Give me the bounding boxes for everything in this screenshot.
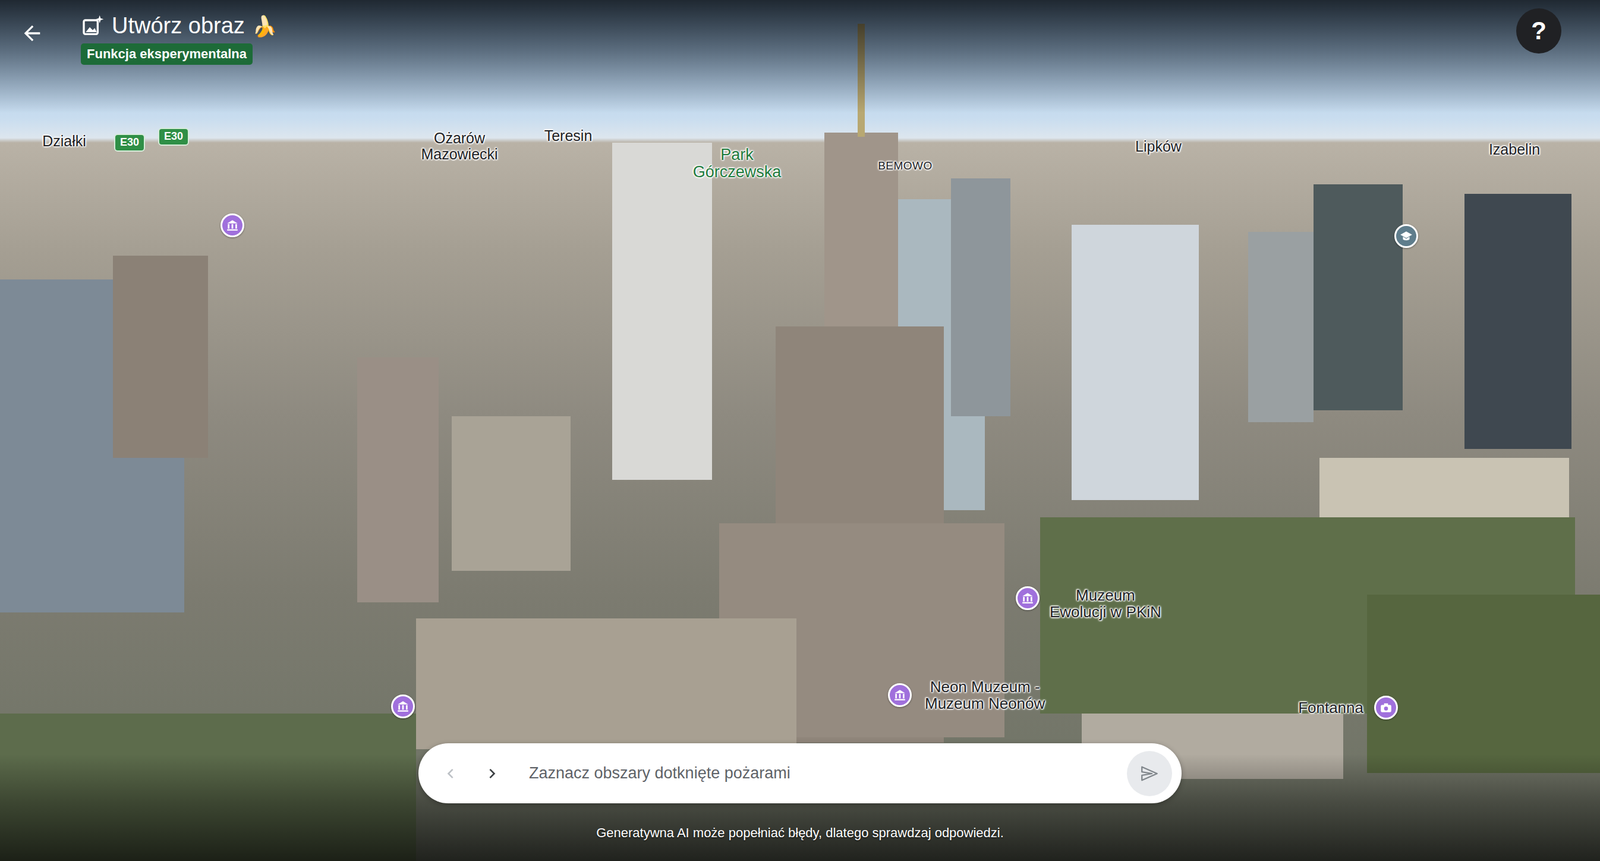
building xyxy=(451,416,571,571)
title-row: Utwórz obraz 🍌 xyxy=(80,13,277,39)
banana-emoji: 🍌 xyxy=(252,14,277,39)
next-button[interactable] xyxy=(475,756,509,790)
map-label[interactable]: Lipków xyxy=(1135,138,1182,155)
ai-disclaimer: Generatywna AI może popełniać błędy, dla… xyxy=(0,824,1600,841)
map-label[interactable]: OżarówMazowiecki xyxy=(420,130,498,163)
building xyxy=(612,142,713,480)
road-shield: E30 xyxy=(114,133,146,152)
school-pin[interactable] xyxy=(1394,224,1419,248)
map-label[interactable]: MuzeumEwolucji w PKiN xyxy=(1049,586,1162,620)
building xyxy=(112,255,209,458)
label-line: Górczewska xyxy=(693,163,782,181)
pin-dot xyxy=(1394,224,1419,248)
chevron-left-icon xyxy=(441,763,461,783)
building xyxy=(1071,224,1199,500)
pin-dot xyxy=(1374,695,1398,720)
chevron-right-icon xyxy=(482,763,502,783)
send-icon xyxy=(1139,763,1160,784)
building xyxy=(1248,231,1314,422)
map-label[interactable]: Izabelin xyxy=(1488,141,1540,158)
label-line: Mazowiecki xyxy=(420,146,498,163)
pin-dot xyxy=(391,694,415,718)
map-imagery[interactable] xyxy=(0,0,1600,861)
label-line: Park xyxy=(693,146,782,164)
label-line: Lipków xyxy=(1135,138,1182,155)
prompt-input[interactable] xyxy=(517,755,1119,791)
building xyxy=(357,357,439,603)
title-block: Utwórz obraz 🍌 Funkcja eksperymentalna xyxy=(80,13,277,65)
pin-dot xyxy=(1015,586,1040,610)
title: Utwórz obraz xyxy=(111,13,245,39)
school-icon xyxy=(1399,229,1413,243)
header: Utwórz obraz 🍌 Funkcja eksperymentalna xyxy=(17,13,277,65)
map-label[interactable]: Teresin xyxy=(544,127,593,144)
museum-icon xyxy=(225,218,239,232)
building xyxy=(1367,594,1600,773)
label-line: Muzeum Neonów xyxy=(924,694,1045,712)
back-arrow-icon xyxy=(20,21,44,46)
label-line: BEMOWO xyxy=(877,159,933,173)
map-label[interactable]: ParkGórczewska xyxy=(693,146,782,181)
label-line: Ożarów xyxy=(420,130,498,147)
museum-icon xyxy=(396,699,410,713)
building xyxy=(1464,193,1572,449)
label-line: Działki xyxy=(42,133,87,150)
experimental-badge: Funkcja eksperymentalna xyxy=(80,43,253,65)
pin-dot xyxy=(220,213,245,238)
back-button[interactable] xyxy=(17,13,47,56)
pin-dot xyxy=(887,682,912,707)
museum-pin[interactable] xyxy=(1015,586,1040,610)
label-line: Fontanna xyxy=(1298,698,1364,716)
label-line: Neon Muzeum - xyxy=(924,678,1045,695)
label-line: Ewolucji w PKiN xyxy=(1049,603,1162,620)
camera-icon xyxy=(1379,700,1393,714)
send-button[interactable] xyxy=(1126,750,1173,796)
prompt-bar xyxy=(418,742,1182,803)
map-label[interactable]: BEMOWO xyxy=(877,159,933,173)
museum-icon xyxy=(1021,591,1035,605)
museum-pin[interactable] xyxy=(887,682,912,707)
help-button[interactable]: ? xyxy=(1516,8,1562,54)
museum-pin[interactable] xyxy=(391,694,415,718)
camera-pin[interactable] xyxy=(1374,695,1398,720)
building xyxy=(1313,184,1403,411)
label-line: Izabelin xyxy=(1488,141,1540,158)
museum-pin[interactable] xyxy=(220,213,245,238)
museum-icon xyxy=(893,688,907,702)
previous-button[interactable] xyxy=(433,756,468,790)
map-label[interactable]: Fontanna xyxy=(1298,698,1364,716)
create-image-icon xyxy=(80,14,105,39)
building xyxy=(950,178,1011,417)
building xyxy=(416,618,797,749)
map-label[interactable]: Neon Muzeum -Muzeum Neonów xyxy=(924,678,1045,712)
road-shield: E30 xyxy=(158,127,190,146)
map-label[interactable]: Działki xyxy=(42,133,87,150)
label-line: Teresin xyxy=(544,127,593,144)
label-line: Muzeum xyxy=(1049,586,1162,604)
